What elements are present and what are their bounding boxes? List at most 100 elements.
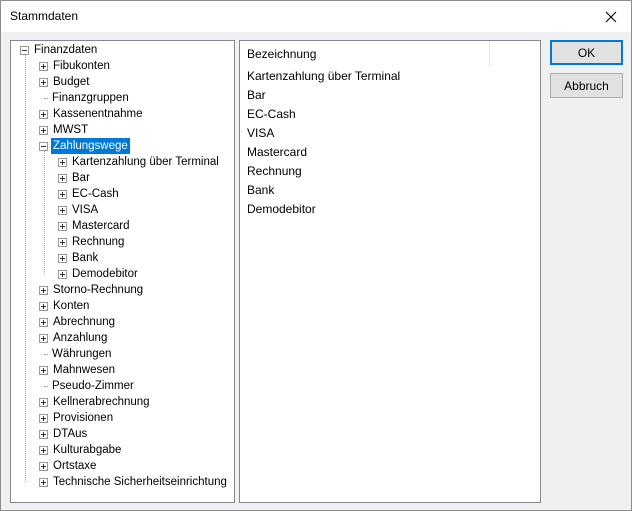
expand-icon[interactable] [39, 397, 48, 407]
expand-icon[interactable] [39, 413, 48, 423]
tree-node-abrechnung[interactable]: Abrechnung [39, 314, 117, 330]
tree-node-zahlungswege[interactable]: Zahlungswege [39, 138, 130, 154]
tree-node-storno-rechnung[interactable]: Storno-Rechnung [39, 282, 145, 298]
title-bar: Stammdaten [1, 1, 631, 32]
tree-node-ortstaxe[interactable]: Ortstaxe [39, 458, 98, 474]
expand-icon[interactable] [58, 157, 67, 167]
tree-node-label: Konten [53, 300, 90, 312]
expand-icon[interactable] [39, 77, 48, 87]
tree-node-ec-cash[interactable]: EC-Cash [58, 186, 121, 202]
tree-node-bank[interactable]: Bank [58, 250, 100, 266]
expand-icon[interactable] [39, 125, 48, 135]
cancel-button[interactable]: Abbruch [550, 73, 623, 98]
tree-node-kartenzahlung-ber-terminal[interactable]: Kartenzahlung über Terminal [58, 154, 221, 170]
tree-node-dtaus[interactable]: DTAus [39, 426, 89, 442]
expand-icon[interactable] [39, 429, 48, 439]
list-item[interactable]: Bar [247, 86, 266, 105]
expand-icon[interactable] [58, 205, 67, 215]
tree-node-kellnerabrechnung[interactable]: Kellnerabrechnung [39, 394, 152, 410]
window-title: Stammdaten [10, 9, 79, 23]
tree-node-label: Provisionen [53, 412, 114, 424]
expand-icon[interactable] [58, 221, 67, 231]
tree-node-rechnung[interactable]: Rechnung [58, 234, 126, 250]
list-item[interactable]: Demodebitor [247, 200, 316, 219]
tree-node-label: Finanzgruppen [52, 92, 129, 104]
tree-node-label: Bank [72, 252, 99, 264]
tree-node-label: DTAus [53, 428, 88, 440]
list-item[interactable]: Mastercard [247, 143, 307, 162]
ok-button[interactable]: OK [550, 40, 623, 65]
tree-node-w-hrungen[interactable]: Währungen [39, 346, 113, 362]
tree-connector [44, 97, 48, 99]
expand-icon[interactable] [58, 173, 67, 183]
tree-node-label: Ortstaxe [53, 460, 97, 472]
tree-node-mastercard[interactable]: Mastercard [58, 218, 132, 234]
tree-node-visa[interactable]: VISA [58, 202, 100, 218]
tree-node-bar[interactable]: Bar [58, 170, 92, 186]
tree-node-label: Finanzdaten [34, 44, 98, 56]
column-header-label: Bezeichnung [247, 47, 317, 61]
tree-node-budget[interactable]: Budget [39, 74, 91, 90]
list-item[interactable]: EC-Cash [247, 105, 296, 124]
expand-icon[interactable] [39, 109, 48, 119]
tree-connector [44, 385, 48, 387]
tree-node-label: Pseudo-Zimmer [52, 380, 134, 392]
tree-view[interactable]: Finanzdaten Fibukonten Budget Finanzgruppen… [10, 40, 235, 503]
tree-node-label: Kartenzahlung über Terminal [72, 156, 219, 168]
expand-icon[interactable] [39, 301, 48, 311]
expand-icon[interactable] [58, 269, 67, 279]
tree-node-label: Budget [53, 76, 90, 88]
tree-node-label: Abrechnung [53, 316, 116, 328]
list-item[interactable]: Rechnung [247, 162, 302, 181]
expand-icon[interactable] [39, 61, 48, 71]
tree-node-kulturabgabe[interactable]: Kulturabgabe [39, 442, 123, 458]
expand-icon[interactable] [39, 445, 48, 455]
list-item[interactable]: Bank [247, 181, 274, 200]
list-view[interactable]: Bezeichnung Kartenzahlung über Terminal B… [239, 40, 541, 503]
tree-node-label: VISA [72, 204, 99, 216]
tree-node-demodebitor[interactable]: Demodebitor [58, 266, 140, 282]
tree-node-label: Rechnung [72, 236, 125, 248]
close-icon [605, 11, 617, 22]
expand-icon[interactable] [58, 253, 67, 263]
expand-icon[interactable] [39, 285, 48, 295]
tree-node-label: Demodebitor [72, 268, 138, 280]
close-button[interactable] [591, 1, 631, 32]
expand-icon[interactable] [39, 477, 48, 487]
tree-node-label: Währungen [52, 348, 112, 360]
list-item[interactable]: VISA [247, 124, 274, 143]
tree-node-mahnwesen[interactable]: Mahnwesen [39, 362, 117, 378]
tree-connector [44, 353, 48, 355]
expand-icon[interactable] [39, 333, 48, 343]
tree-node-mwst[interactable]: MWST [39, 122, 90, 138]
tree-node-anzahlung[interactable]: Anzahlung [39, 330, 109, 346]
tree-node-label: Fibukonten [53, 60, 110, 72]
tree-node-pseudo-zimmer[interactable]: Pseudo-Zimmer [39, 378, 136, 394]
tree-line [44, 150, 45, 274]
expand-icon[interactable] [58, 237, 67, 247]
expand-icon[interactable] [39, 365, 48, 375]
tree-node-label: Bar [72, 172, 90, 184]
tree-node-label: Kellnerabrechnung [53, 396, 150, 408]
expand-icon[interactable] [39, 461, 48, 471]
expand-icon[interactable] [39, 317, 48, 327]
tree-node-label: MWST [53, 124, 89, 136]
expand-icon[interactable] [58, 189, 67, 199]
tree-node-label: Zahlungswege [51, 138, 130, 154]
tree-node-kassenentnahme[interactable]: Kassenentnahme [39, 106, 145, 122]
tree-node-provisionen[interactable]: Provisionen [39, 410, 115, 426]
tree-node-label: Kassenentnahme [53, 108, 143, 120]
tree-node-finanzdaten[interactable]: Finanzdaten [20, 42, 99, 58]
tree-node-finanzgruppen[interactable]: Finanzgruppen [39, 90, 131, 106]
tree-node-label: Storno-Rechnung [53, 284, 144, 296]
column-header[interactable]: Bezeichnung [240, 41, 490, 67]
tree-node-label: Mahnwesen [53, 364, 116, 376]
tree-node-label: Kulturabgabe [53, 444, 122, 456]
dialog-window: Stammdaten Finanzdaten Fibukonten Budget Fi… [0, 0, 632, 511]
tree-node-fibukonten[interactable]: Fibukonten [39, 58, 112, 74]
tree-node-label: Mastercard [72, 220, 130, 232]
tree-node-label: EC-Cash [72, 188, 119, 200]
tree-node-technische-sicherheitseinrichtung[interactable]: Technische Sicherheitseinrichtung [39, 474, 229, 490]
list-item[interactable]: Kartenzahlung über Terminal [247, 67, 400, 86]
tree-node-konten[interactable]: Konten [39, 298, 91, 314]
